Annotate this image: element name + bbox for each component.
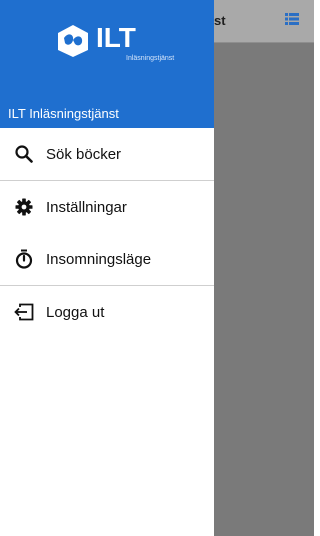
drawer-header: ILT Inläsningstjänst ILT Inläsningstjäns…	[0, 0, 214, 128]
list-icon[interactable]	[285, 13, 299, 25]
menu-item-logout[interactable]: Logga ut	[0, 286, 214, 338]
menu-item-label: Logga ut	[46, 303, 105, 321]
menu-item-label: Inställningar	[46, 198, 127, 216]
menu-item-label: Sök böcker	[46, 145, 122, 163]
menu-item-sleep-mode[interactable]: Insomningsläge	[0, 233, 214, 285]
search-icon	[14, 144, 34, 164]
logo-subtitle: Inläsningstjänst	[126, 55, 175, 62]
menu-item-settings[interactable]: Inställningar	[0, 181, 214, 233]
menu-item-search-books[interactable]: Sök böcker	[0, 128, 214, 180]
timer-icon	[14, 249, 34, 269]
drawer-title: ILT Inläsningstjänst	[8, 106, 119, 121]
menu-item-label: Insomningsläge	[46, 250, 152, 268]
logo-text: ILT	[96, 22, 136, 53]
navigation-drawer: ILT Inläsningstjänst ILT Inläsningstjäns…	[0, 0, 214, 536]
logout-icon	[14, 302, 34, 322]
drawer-menu: Sök böcker Inställningar Insomningsläge …	[0, 128, 214, 338]
logo-cube-icon	[58, 25, 88, 57]
gear-icon	[14, 197, 34, 217]
ilt-logo: ILT Inläsningstjänst	[56, 22, 176, 68]
background-page-title: st	[214, 13, 226, 28]
